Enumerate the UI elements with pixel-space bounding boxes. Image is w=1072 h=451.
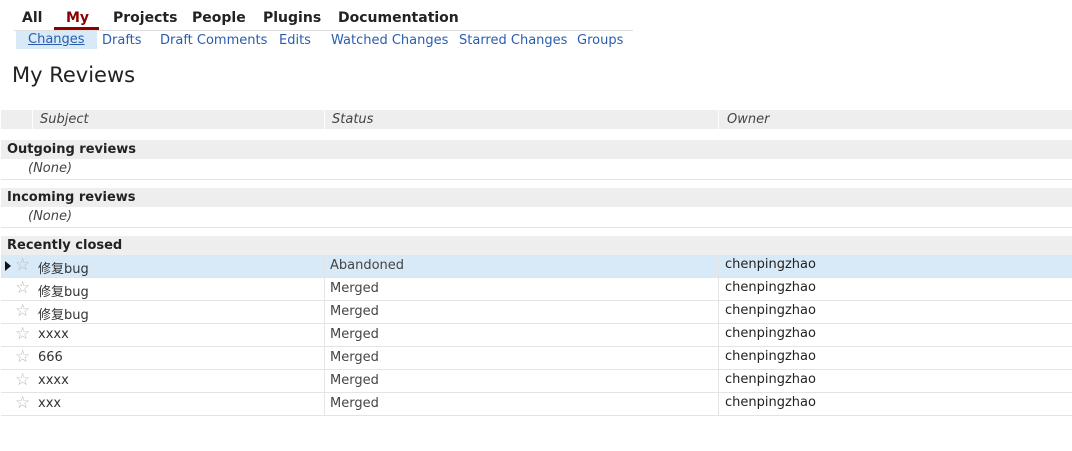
change-owner[interactable]: chenpingzhao xyxy=(725,280,816,295)
top-menu-my[interactable]: My xyxy=(66,10,89,26)
column-divider xyxy=(324,370,325,392)
table-row[interactable]: ☆ 666 Merged chenpingzhao xyxy=(1,347,1072,370)
change-subject[interactable]: 666 xyxy=(38,350,63,365)
star-icon[interactable]: ☆ xyxy=(15,370,30,390)
change-status: Merged xyxy=(330,304,379,319)
star-icon[interactable]: ☆ xyxy=(15,301,30,321)
tab-draft-comments[interactable]: Draft Comments xyxy=(160,33,267,48)
tab-edits[interactable]: Edits xyxy=(279,33,311,48)
tab-starred-changes[interactable]: Starred Changes xyxy=(459,33,567,48)
empty-text: (None) xyxy=(28,161,73,176)
change-subject[interactable]: xxx xyxy=(38,396,61,411)
change-owner[interactable]: chenpingzhao xyxy=(725,303,816,318)
change-status: Merged xyxy=(330,373,379,388)
column-divider xyxy=(718,393,719,415)
tab-changes[interactable]: Changes xyxy=(16,31,97,49)
column-divider xyxy=(324,255,325,277)
change-subject[interactable]: 修复bug xyxy=(38,281,89,300)
top-menu-documentation[interactable]: Documentation xyxy=(338,10,459,26)
table-header: Subject Status Owner xyxy=(1,110,1072,129)
column-divider xyxy=(324,278,325,300)
table-row[interactable]: ☆ xxxx Merged chenpingzhao xyxy=(1,370,1072,393)
top-menu-plugins[interactable]: Plugins xyxy=(263,10,321,26)
column-divider xyxy=(324,110,325,129)
active-menu-indicator xyxy=(54,27,99,30)
column-divider xyxy=(324,393,325,415)
top-menu: All My Projects People Plugins Documenta… xyxy=(14,6,633,31)
star-icon[interactable]: ☆ xyxy=(15,393,30,413)
column-divider xyxy=(718,370,719,392)
change-owner[interactable]: chenpingzhao xyxy=(725,257,816,272)
column-header-owner: Owner xyxy=(727,112,770,127)
tab-groups[interactable]: Groups xyxy=(577,33,623,48)
section-header-recently-closed: Recently closed xyxy=(1,236,1072,255)
column-divider xyxy=(718,301,719,323)
tab-watched-changes[interactable]: Watched Changes xyxy=(331,33,448,48)
empty-row: (None) xyxy=(1,159,1072,180)
table-row[interactable]: ☆ xxx Merged chenpingzhao xyxy=(1,393,1072,416)
table-row[interactable]: ☆ xxxx Merged chenpingzhao xyxy=(1,324,1072,347)
section-title: Incoming reviews xyxy=(7,190,136,205)
sub-menu: Changes Drafts Draft Comments Edits Watc… xyxy=(15,31,633,49)
table-row[interactable]: ☆ 修复bug Merged chenpingzhao xyxy=(1,278,1072,301)
column-divider xyxy=(324,347,325,369)
column-header-subject: Subject xyxy=(40,112,89,127)
table-row[interactable]: ☆ 修复bug Merged chenpingzhao xyxy=(1,301,1072,324)
column-divider xyxy=(718,347,719,369)
change-subject[interactable]: xxxx xyxy=(38,327,69,342)
column-divider xyxy=(718,110,719,129)
column-divider xyxy=(718,324,719,346)
column-divider xyxy=(324,324,325,346)
change-status: Merged xyxy=(330,327,379,342)
column-divider xyxy=(32,110,33,129)
section-title: Outgoing reviews xyxy=(7,142,137,157)
top-menu-projects[interactable]: Projects xyxy=(113,10,177,26)
top-menu-people[interactable]: People xyxy=(192,10,246,26)
tab-drafts[interactable]: Drafts xyxy=(102,33,142,48)
column-divider xyxy=(718,278,719,300)
section-header-incoming: Incoming reviews xyxy=(1,188,1072,207)
change-status: Abandoned xyxy=(330,258,405,273)
change-owner[interactable]: chenpingzhao xyxy=(725,395,816,410)
section-title: Recently closed xyxy=(7,238,123,253)
top-menu-all[interactable]: All xyxy=(22,10,42,26)
column-divider xyxy=(324,301,325,323)
change-subject[interactable]: xxxx xyxy=(38,373,69,388)
change-subject[interactable]: 修复bug xyxy=(38,258,89,277)
empty-text: (None) xyxy=(28,209,73,224)
star-icon[interactable]: ☆ xyxy=(15,278,30,298)
star-icon[interactable]: ☆ xyxy=(15,347,30,367)
star-icon[interactable]: ☆ xyxy=(15,255,30,275)
page-title: My Reviews xyxy=(12,63,136,87)
row-pointer-icon xyxy=(5,261,11,271)
change-owner[interactable]: chenpingzhao xyxy=(725,349,816,364)
change-owner[interactable]: chenpingzhao xyxy=(725,372,816,387)
change-owner[interactable]: chenpingzhao xyxy=(725,326,816,341)
column-header-status: Status xyxy=(332,112,374,127)
change-status: Merged xyxy=(330,281,379,296)
section-header-outgoing: Outgoing reviews xyxy=(1,140,1072,159)
empty-row: (None) xyxy=(1,207,1072,228)
change-status: Merged xyxy=(330,396,379,411)
change-status: Merged xyxy=(330,350,379,365)
column-divider xyxy=(718,255,719,277)
change-subject[interactable]: 修复bug xyxy=(38,304,89,323)
star-icon[interactable]: ☆ xyxy=(15,324,30,344)
table-row[interactable]: ☆ 修复bug Abandoned chenpingzhao xyxy=(1,255,1072,278)
